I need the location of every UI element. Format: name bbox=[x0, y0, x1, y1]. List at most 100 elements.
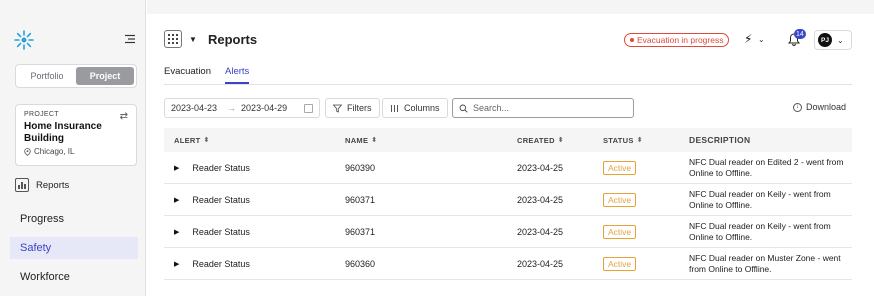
project-location-text: Chicago, IL bbox=[34, 147, 75, 156]
sort-icon: ⬍ bbox=[203, 137, 210, 144]
portfolio-project-switch: Portfolio Project bbox=[15, 64, 137, 88]
alert-cell: Reader Status bbox=[192, 258, 250, 269]
date-from: 2023-04-23 bbox=[171, 103, 218, 113]
status-badge: Active bbox=[603, 192, 637, 207]
search-icon bbox=[459, 104, 468, 113]
expand-row-icon[interactable]: ▶ bbox=[174, 228, 179, 236]
sidebar-item-reports[interactable]: Reports bbox=[15, 178, 69, 192]
sidebar-item-progress[interactable]: Progress bbox=[10, 208, 138, 230]
expand-row-icon[interactable]: ▶ bbox=[174, 260, 179, 268]
alert-cell: Reader Status bbox=[192, 162, 250, 173]
top-strip bbox=[147, 0, 874, 14]
download-button[interactable]: ↓ Download bbox=[793, 102, 846, 112]
evacuation-status-badge[interactable]: Evacuation in progress bbox=[624, 33, 730, 47]
swap-icon[interactable]: ⇄ bbox=[120, 111, 128, 122]
sort-icon: ⬍ bbox=[636, 137, 643, 144]
expand-row-icon[interactable]: ▶ bbox=[174, 164, 179, 172]
status-badge: Active bbox=[603, 224, 637, 239]
name-cell: 960360 bbox=[345, 258, 376, 269]
sort-icon: ⬍ bbox=[557, 137, 564, 144]
project-option[interactable]: Project bbox=[76, 67, 134, 85]
sidebar: Portfolio Project PROJECT ⇄ Home Insuran… bbox=[0, 0, 146, 296]
description-cell: NFC Dual reader on Edited 2 - went from … bbox=[689, 156, 844, 178]
project-name: Home Insurance Building bbox=[24, 121, 102, 144]
chevron-down-icon: ⌄ bbox=[837, 35, 844, 45]
filters-button[interactable]: Filters bbox=[325, 98, 380, 118]
table-header: ALERT ⬍ NAME ⬍ CREATED ⬍ STATUS ⬍ DESCRI… bbox=[164, 128, 852, 152]
created-cell: 2023-04-25 bbox=[517, 258, 564, 269]
chart-icon bbox=[15, 178, 29, 192]
expand-row-icon[interactable]: ▶ bbox=[174, 196, 179, 204]
description-cell: NFC Dual reader on Keily - went from Onl… bbox=[689, 220, 831, 242]
date-to: 2023-04-29 bbox=[241, 103, 288, 113]
tabs: Evacuation Alerts bbox=[164, 66, 250, 84]
alert-cell: Reader Status bbox=[192, 194, 250, 205]
sidebar-item-label: Safety bbox=[20, 242, 52, 254]
name-cell: 960371 bbox=[345, 194, 376, 205]
apps-grid-icon[interactable] bbox=[164, 30, 182, 48]
table-row[interactable]: ▶ Reader Status 960390 2023-04-25 Active … bbox=[164, 152, 852, 184]
sort-icon: ⬍ bbox=[371, 137, 378, 144]
column-header-created[interactable]: CREATED ⬍ bbox=[517, 136, 603, 145]
alert-cell: Reader Status bbox=[192, 226, 250, 237]
column-header-label: NAME bbox=[345, 135, 369, 145]
status-badge: Active bbox=[603, 160, 637, 175]
column-header-label: CREATED bbox=[517, 135, 555, 145]
sun-logo-icon[interactable] bbox=[14, 30, 34, 50]
search-input[interactable] bbox=[473, 103, 623, 113]
created-cell: 2023-04-25 bbox=[517, 194, 564, 205]
project-card-label: PROJECT bbox=[24, 111, 59, 118]
columns-button[interactable]: Columns bbox=[382, 98, 448, 118]
column-header-name[interactable]: NAME ⬍ bbox=[345, 136, 517, 145]
created-cell: 2023-04-25 bbox=[517, 162, 564, 173]
chevron-down-icon[interactable]: ▼ bbox=[189, 35, 197, 44]
tab-alerts[interactable]: Alerts bbox=[225, 66, 250, 84]
created-cell: 2023-04-25 bbox=[517, 226, 564, 237]
project-card[interactable]: PROJECT ⇄ Home Insurance Building Chicag… bbox=[15, 104, 137, 166]
columns-icon bbox=[391, 104, 398, 112]
table-row[interactable]: ▶ Reader Status 960371 2023-04-25 Active … bbox=[164, 184, 852, 216]
avatar: PJ bbox=[818, 33, 832, 47]
column-header-label: DESCRIPTION bbox=[689, 134, 751, 145]
collapse-menu-icon[interactable] bbox=[124, 33, 136, 45]
download-icon: ↓ bbox=[793, 102, 802, 112]
sidebar-item-label: Reports bbox=[36, 179, 70, 191]
user-menu[interactable]: PJ ⌄ bbox=[814, 30, 852, 50]
status-badge: Active bbox=[603, 256, 637, 271]
project-location: Chicago, IL bbox=[24, 147, 128, 156]
table-row[interactable]: ▶ Reader Status 960360 2023-04-25 Active … bbox=[164, 248, 852, 280]
sidebar-item-safety[interactable]: Safety bbox=[10, 237, 138, 259]
bolt-icon[interactable]: ⚡︎ bbox=[744, 32, 752, 46]
columns-label: Columns bbox=[404, 103, 440, 113]
calendar-icon bbox=[304, 103, 313, 113]
name-cell: 960390 bbox=[345, 162, 376, 173]
main-content: ▼ Reports Evacuation in progress ⚡︎ ⌄ 14… bbox=[147, 0, 874, 296]
portfolio-option[interactable]: Portfolio bbox=[18, 67, 76, 85]
evacuation-status-text: Evacuation in progress bbox=[637, 35, 724, 45]
description-cell: NFC Dual reader on Muster Zone - went fr… bbox=[689, 252, 841, 274]
page-title: Reports bbox=[208, 32, 258, 47]
column-header-label: STATUS bbox=[603, 135, 634, 145]
chevron-down-icon[interactable]: ⌄ bbox=[758, 35, 765, 44]
date-range-picker[interactable]: 2023-04-23 → 2023-04-29 bbox=[164, 98, 320, 118]
filters-label: Filters bbox=[347, 103, 372, 113]
column-header-alert[interactable]: ALERT ⬍ bbox=[164, 136, 345, 145]
alerts-table: ALERT ⬍ NAME ⬍ CREATED ⬍ STATUS ⬍ DESCRI… bbox=[164, 128, 852, 280]
table-row[interactable]: ▶ Reader Status 960371 2023-04-25 Active … bbox=[164, 216, 852, 248]
notifications-count-badge: 14 bbox=[794, 29, 806, 39]
name-cell: 960371 bbox=[345, 226, 376, 237]
column-header-description: DESCRIPTION bbox=[689, 135, 852, 146]
location-pin-icon bbox=[24, 147, 31, 156]
column-header-label: ALERT bbox=[174, 135, 201, 145]
download-label: Download bbox=[806, 102, 847, 112]
tab-divider bbox=[164, 84, 852, 85]
status-dot-icon bbox=[630, 38, 634, 42]
sidebar-item-label: Progress bbox=[20, 213, 65, 225]
tab-evacuation[interactable]: Evacuation bbox=[164, 66, 211, 84]
filter-icon bbox=[333, 104, 342, 113]
column-header-status[interactable]: STATUS ⬍ bbox=[603, 136, 689, 145]
description-cell: NFC Dual reader on Keily - went from Onl… bbox=[689, 188, 831, 210]
sidebar-item-workforce[interactable]: Workforce bbox=[10, 266, 138, 288]
sidebar-item-label: Workforce bbox=[20, 271, 70, 283]
search-box[interactable] bbox=[452, 98, 634, 118]
